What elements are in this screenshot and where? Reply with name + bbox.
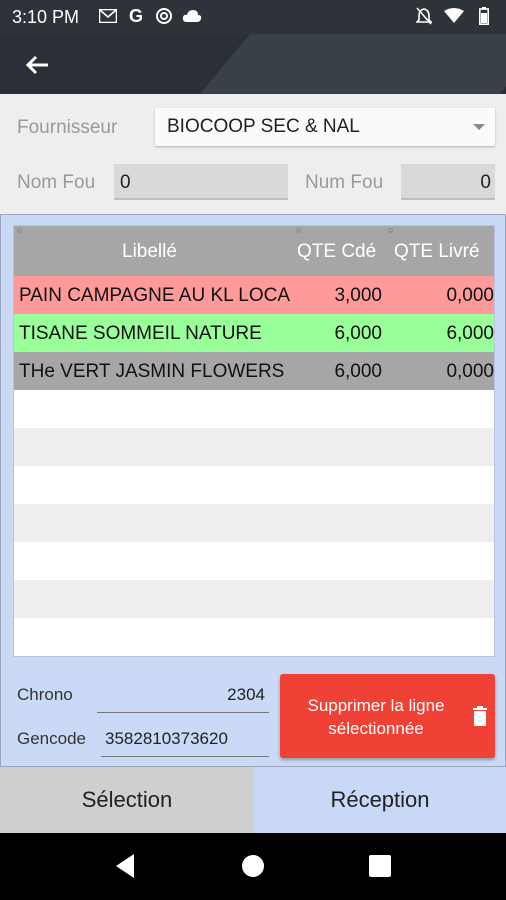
num-fou-value: 0	[480, 172, 491, 193]
system-nav-bar	[0, 833, 506, 900]
empty-row	[14, 504, 494, 542]
column-resize-handle[interactable]: ○	[388, 226, 393, 235]
status-bar: 3:10 PM G	[0, 0, 506, 34]
google-icon: G	[128, 5, 143, 26]
empty-row	[14, 466, 494, 504]
cell-qte-livre: 0,000	[446, 361, 494, 382]
num-fou-label: Num Fou	[305, 172, 384, 193]
table-row[interactable]: PAIN CAMPAGNE AU KL LOCAL 3,000 0,000	[14, 276, 494, 314]
gmail-icon	[98, 6, 118, 26]
bottom-tabs: Sélection Réception	[0, 767, 506, 833]
fournisseur-label: Fournisseur	[17, 117, 118, 138]
trash-icon	[472, 706, 488, 726]
header-form: Fournisseur BIOCOOP SEC & NAL Nom Fou 0 …	[0, 94, 506, 214]
delete-line-label: Supprimer la ligne sélectionnée	[307, 696, 445, 738]
cell-libelle: THe VERT JASMIN FLOWERS	[19, 361, 285, 382]
column-libelle[interactable]: Libellé	[122, 241, 177, 263]
table-row[interactable]: THe VERT JASMIN FLOWERS 6,000 0,000	[14, 352, 494, 390]
items-grid[interactable]: ○ Libellé ○ QTE Cdé ○ QTE Livré PAIN CAM…	[13, 225, 495, 657]
chrono-field[interactable]: 2304	[97, 677, 269, 713]
wifi-icon	[444, 6, 464, 26]
reception-panel: ○ Libellé ○ QTE Cdé ○ QTE Livré PAIN CAM…	[0, 214, 506, 767]
empty-row	[14, 618, 494, 656]
cell-qte-cde: 6,000	[334, 361, 382, 382]
cell-libelle: TISANE SOMMEIL NATURE	[19, 323, 262, 344]
battery-icon	[474, 6, 494, 26]
gencode-field[interactable]: 3582810373620	[101, 721, 269, 757]
nav-home-icon[interactable]	[242, 855, 264, 877]
empty-row	[14, 390, 494, 428]
chrono-label: Chrono	[17, 685, 73, 704]
chrono-value: 2304	[227, 685, 265, 704]
nav-recent-apps-icon[interactable]	[369, 855, 391, 877]
fournisseur-value: BIOCOOP SEC & NAL	[167, 116, 360, 137]
fournisseur-select[interactable]: BIOCOOP SEC & NAL	[155, 108, 495, 146]
cloud-icon	[182, 6, 202, 26]
empty-row	[14, 580, 494, 618]
cell-qte-livre: 6,000	[446, 323, 494, 344]
empty-row	[14, 542, 494, 580]
notifications-off-icon	[414, 6, 434, 26]
column-resize-handle[interactable]: ○	[17, 226, 22, 235]
arrow-left-icon[interactable]	[22, 50, 52, 80]
num-fou-field[interactable]: 0	[401, 164, 495, 200]
sync-icon	[154, 6, 174, 26]
nom-fou-field[interactable]: 0	[114, 164, 288, 200]
cell-qte-livre: 0,000	[446, 285, 494, 306]
grid-header: ○ Libellé ○ QTE Cdé ○ QTE Livré	[14, 226, 494, 276]
gencode-label: Gencode	[17, 729, 86, 748]
app-bar	[0, 34, 506, 94]
nom-fou-label: Nom Fou	[17, 172, 96, 193]
nom-fou-value: 0	[120, 172, 131, 193]
nav-back-icon[interactable]	[114, 853, 136, 884]
column-resize-handle[interactable]: ○	[296, 226, 301, 235]
gencode-value: 3582810373620	[105, 729, 228, 748]
empty-row	[14, 428, 494, 466]
delete-line-button[interactable]: Supprimer la ligne sélectionnée	[280, 674, 495, 758]
cell-qte-cde: 6,000	[334, 323, 382, 344]
tab-reception[interactable]: Réception	[254, 767, 506, 833]
tab-selection[interactable]: Sélection	[0, 767, 254, 833]
cell-qte-cde: 3,000	[334, 285, 382, 306]
column-qte-cde[interactable]: QTE Cdé	[297, 241, 376, 263]
cell-libelle: PAIN CAMPAGNE AU KL LOCAL	[19, 285, 291, 306]
chevron-down-icon	[473, 124, 485, 130]
column-qte-livre[interactable]: QTE Livré	[394, 241, 480, 263]
table-row[interactable]: TISANE SOMMEIL NATURE 6,000 6,000	[14, 314, 494, 352]
status-time: 3:10 PM	[12, 7, 80, 27]
